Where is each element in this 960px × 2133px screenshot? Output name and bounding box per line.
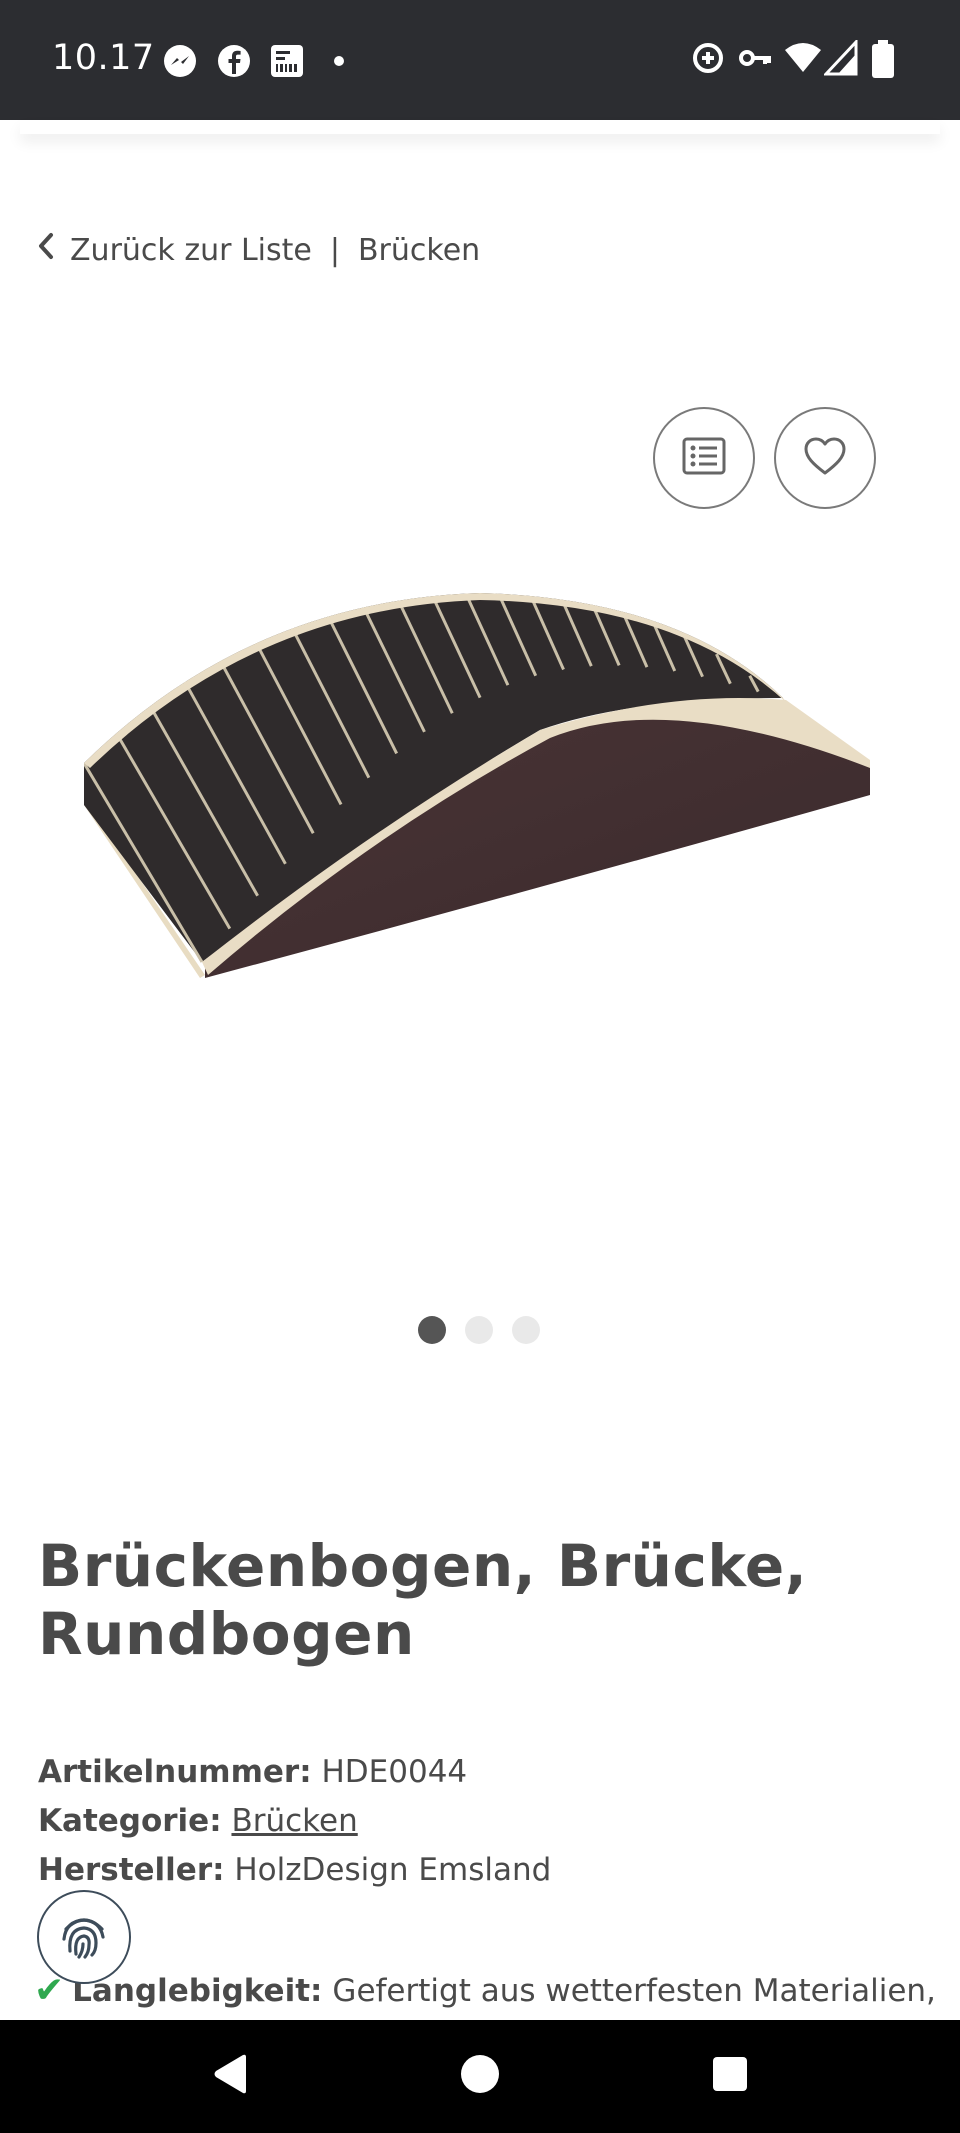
list-icon	[682, 437, 726, 480]
favorite-button[interactable]	[774, 407, 876, 509]
carousel-dot[interactable]	[418, 1316, 446, 1344]
back-to-list-label: Zurück zur Liste	[70, 232, 312, 268]
recents-square-icon	[712, 2056, 748, 2097]
breadcrumb-category-link[interactable]: Brücken	[358, 233, 480, 268]
messenger-icon	[163, 44, 197, 83]
heart-icon	[803, 436, 847, 481]
battery-icon	[872, 40, 894, 83]
category-label: Kategorie:	[38, 1803, 222, 1839]
nav-home-button[interactable]	[420, 2020, 540, 2133]
status-bar: 10.17	[0, 0, 960, 120]
manufacturer-row: Hersteller: HolzDesign Emsland	[38, 1846, 551, 1895]
vpn-key-icon	[738, 40, 774, 81]
manufacturer-value: HolzDesign Emsland	[234, 1852, 552, 1888]
manufacturer-label: Hersteller:	[38, 1852, 225, 1888]
feature-durability: ✔ Langlebigkeit: Gefertigt aus wetterfes…	[34, 1970, 936, 2011]
article-number-value: HDE0044	[321, 1754, 468, 1790]
compare-list-button[interactable]	[653, 407, 755, 509]
article-number-row: Artikelnummer: HDE0044	[38, 1748, 551, 1797]
privacy-settings-button[interactable]	[37, 1890, 131, 1984]
fingerprint-icon	[56, 1907, 112, 1968]
carousel-dot[interactable]	[465, 1316, 493, 1344]
breadcrumb-separator: |	[329, 232, 340, 268]
nav-back-button[interactable]	[170, 2020, 290, 2133]
chevron-left-icon	[36, 232, 56, 268]
receipt-icon	[270, 44, 304, 83]
carousel-dot[interactable]	[512, 1316, 540, 1344]
carousel-dots	[418, 1316, 540, 1344]
data-saver-icon	[690, 40, 726, 81]
home-circle-icon	[460, 2054, 500, 2099]
product-title: Brückenbogen, Brücke, Rundbogen	[38, 1532, 808, 1668]
product-image[interactable]	[70, 580, 890, 1010]
category-row: Kategorie: Brücken	[38, 1797, 551, 1846]
feature-label: Langlebigkeit:	[72, 1972, 323, 2009]
breadcrumb: Zurück zur Liste | Brücken	[36, 232, 480, 268]
status-time: 10.17	[52, 38, 155, 78]
back-triangle-icon	[210, 2053, 250, 2100]
product-meta: Artikelnummer: HDE0044 Kategorie: Brücke…	[38, 1748, 551, 1895]
signal-icon	[822, 38, 858, 81]
back-to-list-link[interactable]: Zurück zur Liste	[36, 232, 312, 268]
wifi-icon	[784, 40, 822, 81]
nav-recents-button[interactable]	[670, 2020, 790, 2133]
article-number-label: Artikelnummer:	[38, 1754, 312, 1790]
dot-icon	[333, 54, 345, 72]
feature-text: Gefertigt aus wetterfesten Materialien,	[332, 1972, 936, 2009]
system-nav-bar	[0, 2020, 960, 2133]
header-edge	[20, 120, 940, 134]
category-link[interactable]: Brücken	[231, 1803, 357, 1839]
facebook-icon	[217, 44, 251, 83]
